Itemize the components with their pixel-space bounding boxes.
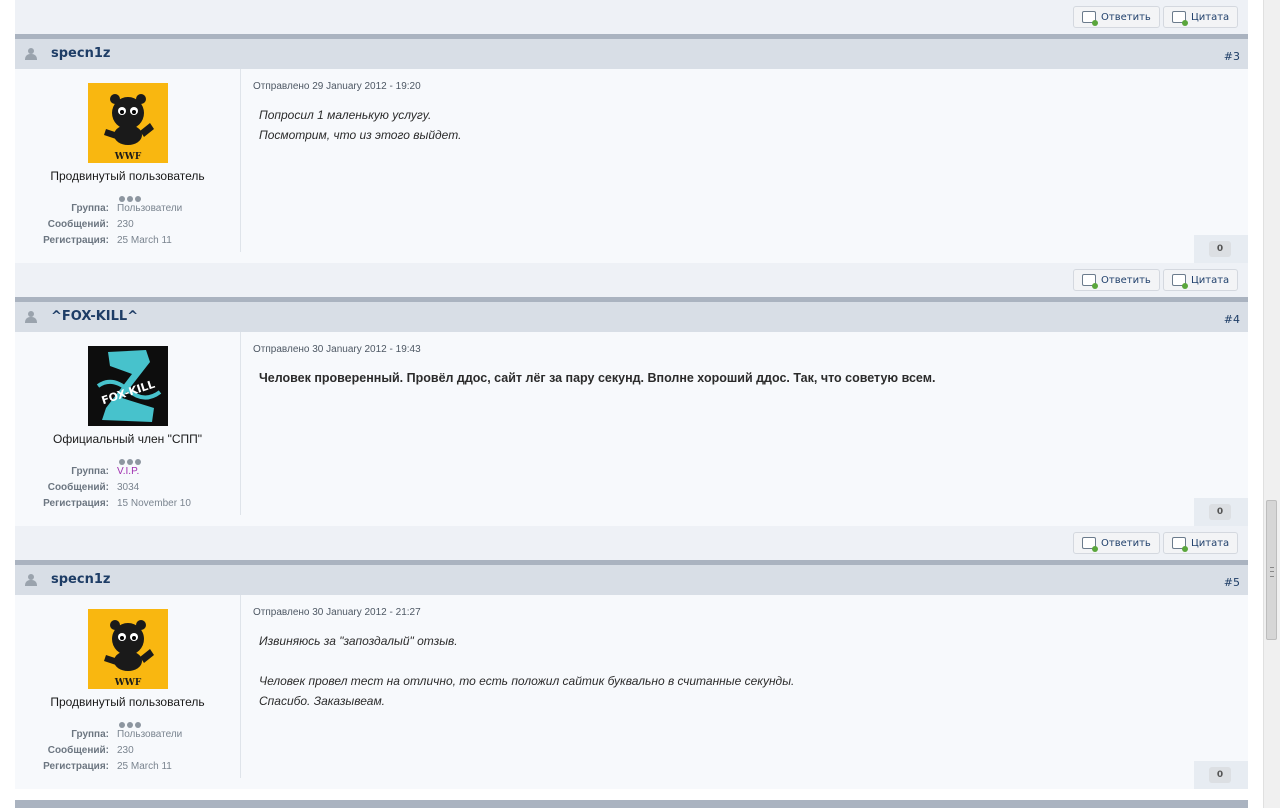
rank-pips (116, 713, 146, 728)
scrollbar-thumb[interactable] (1266, 500, 1277, 640)
post-message: Извиняюсь за "запоздалый" отзыв. Человек… (259, 631, 794, 711)
reply-button[interactable]: Ответить (1073, 532, 1160, 554)
user-title: Официальный член "СПП" (52, 432, 203, 446)
message-line: Извиняюсь за "запоздалый" отзыв. (259, 634, 458, 648)
post-body: FOX-KILL Официальный член "СПП" Группа: V… (15, 332, 1248, 526)
message-line: Человек проверенный. Провёл ддос, сайт л… (259, 371, 936, 385)
quote-button[interactable]: Цитата (1163, 269, 1239, 291)
user-meta: Группа: Пользователи Сообщений: 230 Регист… (15, 203, 240, 251)
post-date: Отправлено 30 January 2012 - 21:27 (253, 607, 421, 618)
avatar-wwf-text: WWF (114, 152, 142, 162)
group-value: Пользователи (117, 203, 183, 214)
post-header: specn1z #5 (15, 565, 1248, 595)
author-profile: WWF Продвинутый пользователь Группа: Поль… (15, 69, 241, 252)
user-meta: Группа: Пользователи Сообщений: 230 Регист… (15, 729, 240, 777)
message-line: Спасибо. Заказывеам. (259, 694, 386, 708)
author-profile: WWF Продвинутый пользователь Группа: Поль… (15, 595, 241, 778)
quote-icon (1172, 274, 1188, 289)
vertical-scrollbar[interactable] (1263, 0, 1280, 808)
reputation-count[interactable]: 0 (1209, 241, 1231, 257)
reputation-box: 0 (1194, 235, 1248, 263)
post-date: Отправлено 29 January 2012 - 19:20 (253, 81, 421, 92)
post-actions: Ответить Цитата (15, 263, 1248, 297)
group-label: Группа: (71, 729, 109, 740)
quote-icon (1172, 11, 1188, 26)
message-line: Человек провел тест на отлично, то есть … (259, 674, 795, 688)
user-icon (25, 311, 37, 323)
user-icon (25, 574, 37, 586)
avatar[interactable]: WWF (88, 609, 168, 689)
user-title: Продвинутый пользователь (50, 169, 205, 183)
registered-value: 25 March 11 (117, 235, 172, 246)
forum-thread: Ответить Цитата specn1z #3 WWF Продвинут… (15, 0, 1248, 789)
rank-pips (116, 187, 146, 202)
author-link[interactable]: specn1z (51, 46, 110, 61)
post-message: Человек проверенный. Провёл ддос, сайт л… (259, 368, 935, 388)
user-icon (25, 48, 37, 60)
posts-label: Сообщений: (47, 745, 109, 756)
posts-value: 230 (117, 745, 134, 756)
reply-button[interactable]: Ответить (1073, 269, 1160, 291)
registered-value: 25 March 11 (117, 761, 172, 772)
group-value: Пользователи (117, 729, 183, 740)
grip-icon (1270, 567, 1274, 577)
reply-label: Ответить (1101, 274, 1151, 286)
reply-icon (1082, 537, 1098, 552)
avatar[interactable]: WWF (88, 83, 168, 163)
posts-value: 230 (117, 219, 134, 230)
group-label: Группа: (71, 203, 109, 214)
posts-label: Сообщений: (47, 219, 109, 230)
quote-button[interactable]: Цитата (1163, 532, 1239, 554)
post-body: WWF Продвинутый пользователь Группа: Поль… (15, 595, 1248, 789)
post-number-link[interactable]: #4 (1224, 313, 1240, 326)
post-header: ^FOX-KILL^ #4 (15, 302, 1248, 332)
posts-label: Сообщений: (47, 482, 109, 493)
posts-value: 3034 (117, 482, 140, 493)
group-value: V.I.P. (117, 466, 140, 477)
author-profile: FOX-KILL Официальный член "СПП" Группа: V… (15, 332, 241, 515)
user-title: Продвинутый пользователь (50, 695, 205, 709)
quote-icon (1172, 537, 1188, 552)
user-meta: Группа: V.I.P. Сообщений: 3034 Регистрация… (15, 466, 240, 514)
reply-icon (1082, 274, 1098, 289)
post-actions: Ответить Цитата (15, 526, 1248, 560)
post-body: WWF Продвинутый пользователь Группа: Поль… (15, 69, 1248, 263)
post-header: specn1z #3 (15, 39, 1248, 69)
avatar[interactable]: FOX-KILL (88, 346, 168, 426)
registered-label: Регистрация: (43, 761, 109, 772)
message-line (259, 651, 794, 671)
message-line: Посмотрим, что из этого выйдет. (259, 128, 462, 142)
reply-label: Ответить (1101, 11, 1151, 23)
reply-icon (1082, 11, 1098, 26)
post-number-link[interactable]: #3 (1224, 50, 1240, 63)
quote-label: Цитата (1191, 274, 1230, 286)
reputation-box: 0 (1194, 498, 1248, 526)
author-link[interactable]: specn1z (51, 572, 110, 587)
rank-pips (116, 450, 146, 465)
avatar-wwf-text: WWF (114, 678, 142, 688)
registered-value: 15 November 10 (117, 498, 191, 509)
registered-label: Регистрация: (43, 235, 109, 246)
post-date: Отправлено 30 January 2012 - 19:43 (253, 344, 421, 355)
author-link[interactable]: ^FOX-KILL^ (51, 309, 138, 324)
registered-label: Регистрация: (43, 498, 109, 509)
group-label: Группа: (71, 466, 109, 477)
reputation-count[interactable]: 0 (1209, 504, 1231, 520)
quote-button[interactable]: Цитата (1163, 6, 1239, 28)
reputation-count[interactable]: 0 (1209, 767, 1231, 783)
reply-label: Ответить (1101, 537, 1151, 549)
post-message: Попросил 1 маленькую услугу. Посмотрим, … (259, 105, 461, 145)
reply-button[interactable]: Ответить (1073, 6, 1160, 28)
post-number-link[interactable]: #5 (1224, 576, 1240, 589)
next-actionbar-edge (15, 800, 1248, 808)
quote-label: Цитата (1191, 11, 1230, 23)
message-line: Попросил 1 маленькую услугу. (259, 108, 432, 122)
quote-label: Цитата (1191, 537, 1230, 549)
post-actions: Ответить Цитата (15, 0, 1248, 34)
reputation-box: 0 (1194, 761, 1248, 789)
